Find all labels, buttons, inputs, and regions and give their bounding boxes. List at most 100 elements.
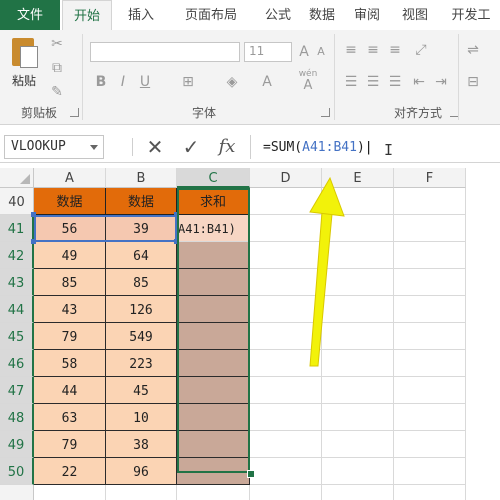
cell-c46[interactable] — [177, 350, 250, 377]
tab-0[interactable]: 文件 — [0, 0, 60, 30]
cell-empty[interactable] — [322, 458, 394, 485]
clipboard-dialog-launcher[interactable] — [70, 108, 79, 117]
cell-b49[interactable]: 38 — [106, 431, 177, 458]
cut-icon[interactable]: ✂ — [46, 34, 68, 54]
select-all-button[interactable] — [0, 168, 34, 188]
cell-c41-editing[interactable]: A41:B41) — [177, 215, 250, 242]
italic-button[interactable]: I — [114, 72, 132, 92]
cell-b40[interactable]: 数据 — [106, 188, 177, 215]
cell-empty[interactable] — [322, 242, 394, 269]
cell-empty[interactable] — [250, 296, 322, 323]
row-header-43[interactable]: 43 — [0, 269, 34, 296]
row-header-47[interactable]: 47 — [0, 377, 34, 404]
cell-empty[interactable] — [394, 404, 466, 431]
tab-4[interactable]: 公式 — [258, 0, 298, 30]
align-middle-icon[interactable]: ≡ — [364, 40, 382, 60]
copy-icon[interactable]: ⧉ — [46, 58, 68, 78]
cell-empty[interactable] — [322, 350, 394, 377]
cell-empty[interactable] — [394, 458, 466, 485]
enter-icon[interactable]: ✓ — [178, 135, 204, 159]
font-color-button[interactable]: A — [258, 72, 276, 92]
cell-a40[interactable]: 数据 — [34, 188, 106, 215]
row-header-42[interactable]: 42 — [0, 242, 34, 269]
row-header-50[interactable]: 50 — [0, 458, 34, 485]
cell-empty[interactable] — [322, 431, 394, 458]
cell-empty[interactable] — [322, 296, 394, 323]
grow-font-icon[interactable]: A — [296, 42, 312, 62]
font-dialog-launcher[interactable] — [321, 108, 330, 117]
name-box[interactable]: VLOOKUP — [4, 135, 104, 159]
cell-b46[interactable]: 223 — [106, 350, 177, 377]
format-painter-icon[interactable]: ✎ — [46, 82, 68, 102]
cell-a46[interactable]: 58 — [34, 350, 106, 377]
cell-empty[interactable] — [106, 485, 177, 500]
cell-empty[interactable] — [250, 350, 322, 377]
range-resize-handle[interactable] — [31, 239, 36, 244]
cell-c49[interactable] — [177, 431, 250, 458]
row-header-45[interactable]: 45 — [0, 323, 34, 350]
row-header-partial[interactable] — [0, 485, 34, 500]
cell-b47[interactable]: 45 — [106, 377, 177, 404]
column-header-a[interactable]: A — [34, 168, 106, 188]
tab-7[interactable]: 视图 — [392, 0, 438, 30]
cell-empty[interactable] — [34, 485, 106, 500]
merge-cells-icon[interactable]: ⊟ — [462, 72, 484, 92]
insert-function-button[interactable]: fx — [214, 135, 240, 159]
font-name-dropdown[interactable] — [90, 42, 240, 62]
cell-c47[interactable] — [177, 377, 250, 404]
cell-empty[interactable] — [322, 404, 394, 431]
cell-c50[interactable] — [177, 458, 250, 485]
worksheet-grid[interactable]: A B C D E F 40 41 42 43 44 45 46 47 48 49 50 数据 数据 求和 56 39 A4… — [0, 168, 500, 500]
align-bottom-icon[interactable]: ≡ — [386, 40, 404, 60]
wrap-text-icon[interactable]: ⇌ — [462, 40, 484, 60]
tab-6[interactable]: 审阅 — [346, 0, 388, 30]
cell-empty[interactable] — [322, 188, 394, 215]
cell-b41[interactable]: 39 — [106, 215, 177, 242]
cell-b43[interactable]: 85 — [106, 269, 177, 296]
tab-8[interactable]: 开发工 — [442, 0, 500, 30]
cell-b44[interactable]: 126 — [106, 296, 177, 323]
cell-b48[interactable]: 10 — [106, 404, 177, 431]
cancel-icon[interactable]: ✕ — [142, 135, 168, 159]
phonetic-guide-button[interactable]: wén A — [296, 68, 320, 93]
decrease-indent-icon[interactable]: ⇤ — [410, 72, 428, 92]
fill-color-icon[interactable]: ◈ — [222, 72, 242, 92]
cell-empty[interactable] — [250, 404, 322, 431]
column-header-c[interactable]: C — [177, 168, 250, 188]
row-header-46[interactable]: 46 — [0, 350, 34, 377]
cell-c48[interactable] — [177, 404, 250, 431]
bold-button[interactable]: B — [92, 72, 110, 92]
cell-empty[interactable] — [250, 269, 322, 296]
align-right-icon[interactable]: ☰ — [386, 72, 404, 92]
cell-empty[interactable] — [394, 269, 466, 296]
cell-empty[interactable] — [250, 485, 322, 500]
cell-c42[interactable] — [177, 242, 250, 269]
range-resize-handle[interactable] — [31, 212, 36, 217]
formula-input[interactable]: =SUM(A41:B41)| — [250, 135, 496, 159]
cell-empty[interactable] — [322, 377, 394, 404]
increase-indent-icon[interactable]: ⇥ — [432, 72, 450, 92]
cell-a41[interactable]: 56 — [34, 215, 106, 242]
cell-a44[interactable]: 43 — [34, 296, 106, 323]
cell-empty[interactable] — [394, 188, 466, 215]
row-header-44[interactable]: 44 — [0, 296, 34, 323]
cell-empty[interactable] — [177, 485, 250, 500]
row-header-48[interactable]: 48 — [0, 404, 34, 431]
cell-a43[interactable]: 85 — [34, 269, 106, 296]
tab-2[interactable]: 插入 — [116, 0, 166, 30]
column-header-f[interactable]: F — [394, 168, 466, 188]
align-left-icon[interactable]: ☰ — [342, 72, 360, 92]
cell-a50[interactable]: 22 — [34, 458, 106, 485]
cell-empty[interactable] — [394, 215, 466, 242]
fill-handle[interactable] — [247, 470, 255, 478]
tab-1[interactable]: 开始 — [62, 0, 112, 31]
paste-button[interactable]: 粘贴 — [6, 36, 42, 92]
tab-3[interactable]: 页面布局 — [166, 0, 256, 30]
cell-a47[interactable]: 44 — [34, 377, 106, 404]
cell-b42[interactable]: 64 — [106, 242, 177, 269]
shrink-font-icon[interactable]: A — [313, 42, 329, 62]
cell-empty[interactable] — [394, 485, 466, 500]
row-header-40[interactable]: 40 — [0, 188, 34, 215]
cell-b45[interactable]: 549 — [106, 323, 177, 350]
range-resize-handle[interactable] — [174, 239, 179, 244]
